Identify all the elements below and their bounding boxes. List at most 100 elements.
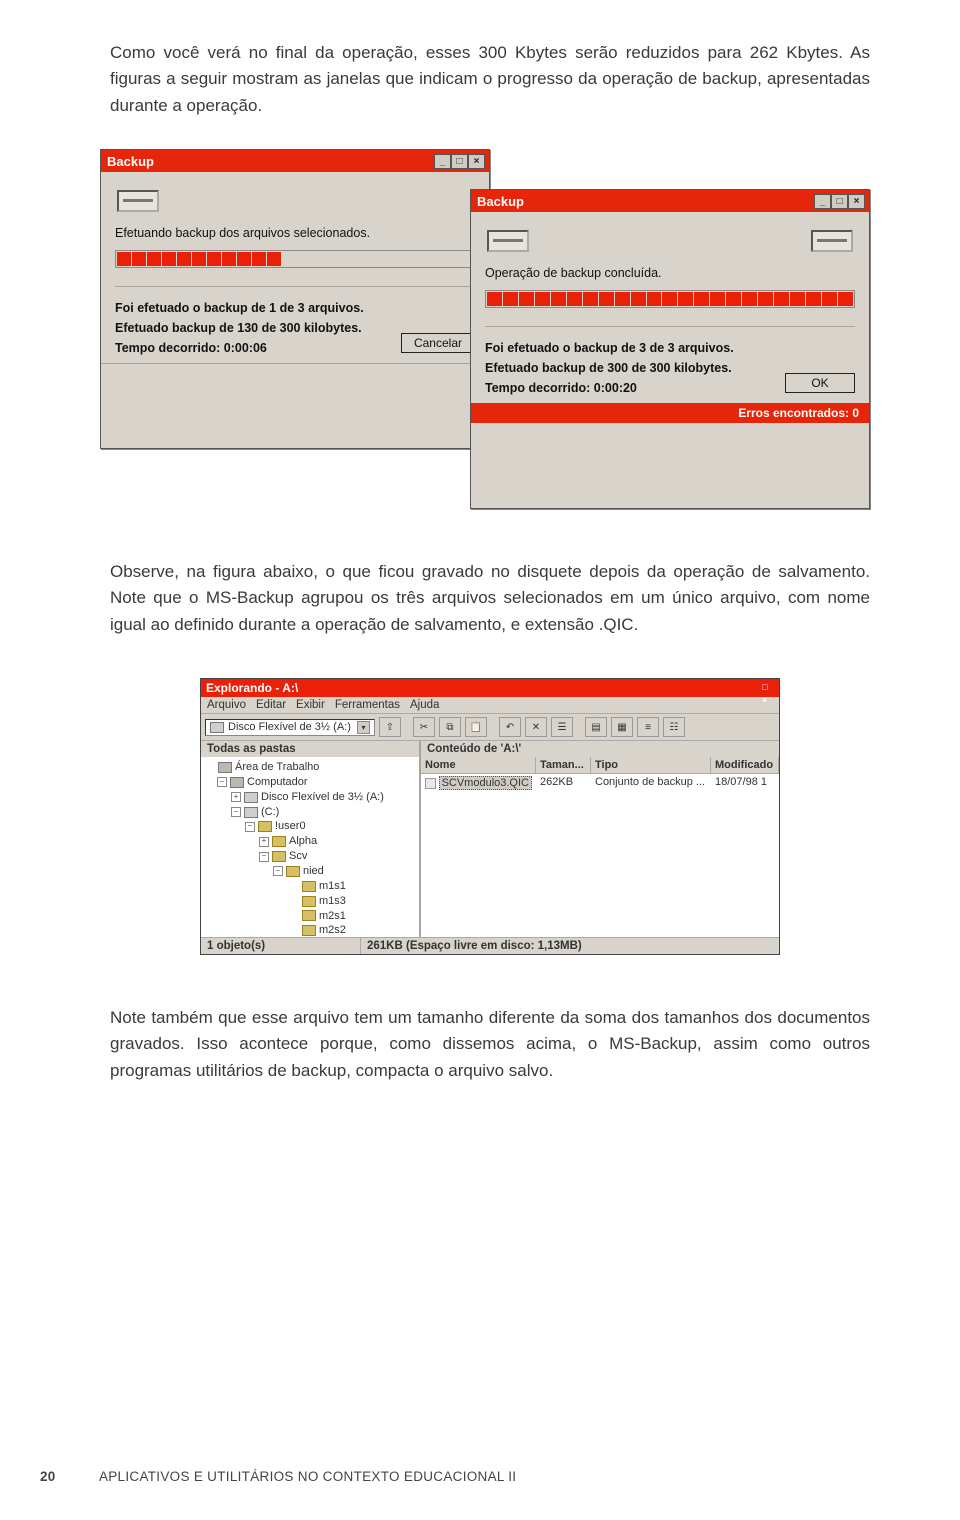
divider	[485, 326, 855, 327]
folder-icon	[272, 836, 286, 847]
column-headers: Nome Taman... Tipo Modificado	[421, 757, 779, 774]
drive-icon	[487, 230, 529, 252]
list-item[interactable]: SCVmodulo3.QIC 262KB Conjunto de backup …	[421, 774, 779, 792]
collapse-icon[interactable]: −	[245, 822, 255, 832]
drive-icons-row	[117, 190, 473, 212]
window-title: Backup	[477, 194, 524, 209]
window-title: Explorando - A:\	[206, 681, 298, 695]
pane-headers: Todas as pastas Conteúdo de 'A:\'	[201, 741, 779, 757]
tree-label: m2s2	[319, 923, 346, 937]
combo-text: Disco Flexível de 3½ (A:)	[228, 721, 351, 733]
tree-label: (C:)	[261, 805, 279, 820]
window-body: Efetuando backup dos arquivos selecionad…	[101, 172, 489, 363]
maximize-icon[interactable]: □	[762, 682, 776, 695]
folder-tree[interactable]: Área de Trabalho − Computador + Disco Flex…	[201, 757, 421, 937]
maximize-icon[interactable]: □	[831, 194, 848, 209]
expand-icon[interactable]: +	[231, 792, 241, 802]
tree-label: m2s1	[319, 909, 346, 924]
status-text: Efetuando backup dos arquivos selecionad…	[115, 226, 475, 240]
chevron-down-icon[interactable]: ▾	[357, 721, 370, 734]
copy-icon[interactable]: ⧉	[439, 717, 461, 737]
status-objects: 1 objeto(s)	[201, 938, 361, 954]
collapse-icon[interactable]: −	[217, 777, 227, 787]
file-list[interactable]: Nome Taman... Tipo Modificado SCVmodulo3…	[421, 757, 779, 937]
titlebar: Explorando - A:\ _ □ ×	[201, 679, 779, 697]
tree-label: Área de Trabalho	[235, 760, 319, 775]
cut-icon[interactable]: ✂	[413, 717, 435, 737]
minimize-icon[interactable]: _	[434, 154, 451, 169]
backup-window-complete: Backup _ □ × Operação de backup concluíd…	[470, 189, 870, 509]
undo-icon[interactable]: ↶	[499, 717, 521, 737]
col-modified[interactable]: Modificado	[711, 757, 779, 773]
tree-label: Computador	[247, 775, 308, 790]
up-folder-icon[interactable]: ⇧	[379, 717, 401, 737]
collapse-icon[interactable]: −	[231, 807, 241, 817]
minimize-icon[interactable]: _	[762, 669, 776, 682]
folder-icon	[302, 881, 316, 892]
page-number: 20	[40, 1469, 56, 1484]
window-controls: _ □ ×	[434, 154, 485, 169]
statusbar: 1 objeto(s) 261KB (Espaço livre em disco…	[201, 937, 779, 954]
explorer-figure: Explorando - A:\ _ □ × Arquivo Editar Ex…	[110, 678, 870, 955]
file-icon	[425, 778, 436, 789]
error-statusbar: Erros encontrados: 0	[471, 403, 869, 423]
menu-edit[interactable]: Editar	[256, 699, 286, 711]
col-size[interactable]: Taman...	[536, 757, 591, 773]
window-body: Operação de backup concluída. Foi efetua…	[471, 212, 869, 403]
properties-icon[interactable]: ☰	[551, 717, 573, 737]
maximize-icon[interactable]: □	[451, 154, 468, 169]
tree-label: !user0	[275, 819, 306, 834]
window-controls: _ □ ×	[814, 194, 865, 209]
cancel-button[interactable]: Cancelar	[401, 333, 475, 353]
expand-icon[interactable]: +	[259, 837, 269, 847]
collapse-icon[interactable]: −	[259, 852, 269, 862]
view-small-icon[interactable]: ▦	[611, 717, 633, 737]
folder-icon	[258, 821, 272, 832]
menu-tools[interactable]: Ferramentas	[335, 699, 400, 711]
folder-icon	[272, 851, 286, 862]
info-line-1: Foi efetuado o backup de 1 de 3 arquivos…	[115, 301, 475, 315]
ok-button[interactable]: OK	[785, 373, 855, 393]
progress-bar	[115, 250, 475, 268]
col-type[interactable]: Tipo	[591, 757, 711, 773]
delete-icon[interactable]: ✕	[525, 717, 547, 737]
view-large-icon[interactable]: ▤	[585, 717, 607, 737]
floppy-icon	[210, 722, 224, 733]
window-title: Backup	[107, 154, 154, 169]
floppy-icon	[244, 792, 258, 803]
hdd-icon	[244, 807, 258, 818]
separator	[577, 717, 581, 737]
separator	[405, 717, 409, 737]
progress-bar-wrap	[115, 250, 475, 268]
tree-label: Alpha	[289, 834, 317, 849]
titlebar: Backup _ □ ×	[101, 150, 489, 172]
paragraph-2: Observe, na figura abaixo, o que ficou g…	[110, 559, 870, 638]
view-details-icon[interactable]: ☷	[663, 717, 685, 737]
close-icon[interactable]: ×	[762, 695, 776, 708]
menu-view[interactable]: Exibir	[296, 699, 325, 711]
backup-dialogs-figure: Backup _ □ × Efetuando backup dos arquiv…	[110, 149, 870, 529]
minimize-icon[interactable]: _	[814, 194, 831, 209]
close-icon[interactable]: ×	[848, 194, 865, 209]
close-icon[interactable]: ×	[468, 154, 485, 169]
tree-label: Disco Flexível de 3½ (A:)	[261, 790, 384, 805]
file-name: SCVmodulo3.QIC	[439, 776, 532, 790]
backup-window-progress: Backup _ □ × Efetuando backup dos arquiv…	[100, 149, 490, 449]
col-name[interactable]: Nome	[421, 757, 536, 773]
footer-title: APLICATIVOS E UTILITÁRIOS NO CONTEXTO ED…	[99, 1469, 516, 1484]
view-list-icon[interactable]: ≡	[637, 717, 659, 737]
tree-label: m1s3	[319, 894, 346, 909]
window-controls: _ □ ×	[762, 669, 776, 708]
computer-icon	[230, 777, 244, 788]
collapse-icon[interactable]: −	[273, 866, 283, 876]
folder-icon	[286, 866, 300, 877]
paste-icon[interactable]: 📋	[465, 717, 487, 737]
page-footer: 20 APLICATIVOS E UTILITÁRIOS NO CONTEXTO…	[40, 1469, 516, 1484]
menu-help[interactable]: Ajuda	[410, 699, 439, 711]
menu-file[interactable]: Arquivo	[207, 699, 246, 711]
paragraph-1: Como você verá no final da operação, ess…	[110, 40, 870, 119]
drive-combo[interactable]: Disco Flexível de 3½ (A:) ▾	[205, 719, 375, 736]
divider	[115, 286, 475, 287]
titlebar: Backup _ □ ×	[471, 190, 869, 212]
tree-label: Scv	[289, 849, 307, 864]
